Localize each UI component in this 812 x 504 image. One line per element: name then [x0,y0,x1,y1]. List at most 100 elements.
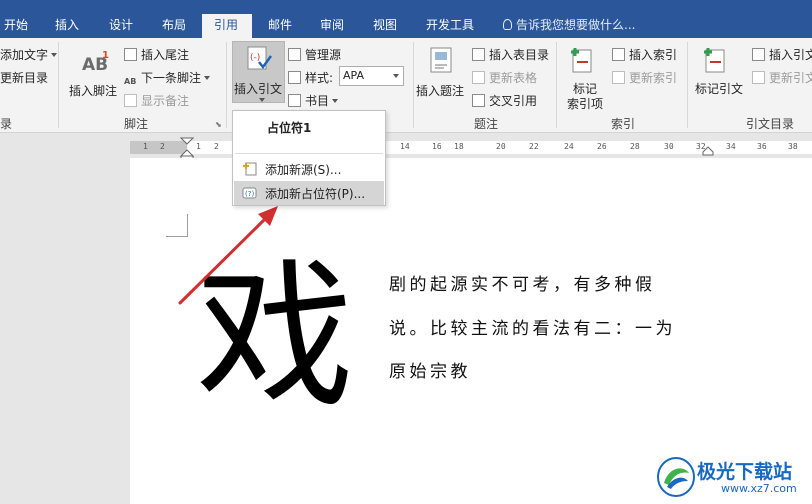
mark-entry-icon [568,44,598,77]
insert-table-of-figures-label: 插入表目录 [489,48,550,62]
watermark-url: www.xz7.com [721,482,797,495]
manage-sources-icon [288,48,301,61]
tab-references[interactable]: 引用 [202,14,252,39]
bibliography-label: 书目 [305,94,330,108]
tab-view[interactable]: 视图 [373,14,397,38]
insert-index-button[interactable]: 插入索引 [612,46,677,63]
ruler-tick: 36 [757,142,767,151]
ruler-tick: 16 [432,142,442,151]
show-notes-icon [124,94,137,107]
ruler-margin [130,141,187,154]
toc-group-label: 录 [0,117,13,131]
aurora-logo-icon [657,457,695,497]
tab-developer[interactable]: 开发工具 [426,14,474,38]
tab-mailings[interactable]: 邮件 [268,14,292,38]
ruler-tick: 22 [529,142,539,151]
insert-toa-button[interactable]: 插入引文 [752,46,812,63]
group-divider [413,42,414,128]
watermark-title: 极光下载站 [697,461,793,483]
next-footnote-icon: AB [124,77,137,86]
ribbon: 添加文字 更新目录 录 AB 1 插入脚注 插入尾注 AB 下一条脚注 显示备注 脚… [0,38,812,133]
style-label-text: 样式: [305,71,334,85]
chevron-down-icon [51,53,58,57]
update-table-label: 更新表格 [489,71,538,85]
chevron-down-icon [393,74,399,78]
group-divider [58,42,59,128]
group-divider [226,42,227,128]
add-placeholder-icon: (?) [242,187,257,199]
ruler-tick: 20 [496,142,506,151]
update-toa-label: 更新引文 [769,71,812,85]
insert-caption-icon [428,46,454,77]
insert-footnote-button[interactable]: 插入脚注 [69,82,117,99]
ruler-tick: 28 [630,142,640,151]
mark-entry-button-line2[interactable]: 索引项 [567,95,603,112]
insert-endnote-button[interactable]: 插入尾注 [124,46,189,63]
tab-review[interactable]: 审阅 [320,14,344,38]
toa-group-label: 引文目录 [746,117,795,131]
tab-design[interactable]: 设计 [109,14,133,38]
paragraph-line: 说。比较主流的看法有二：一为 [389,319,676,339]
update-table-icon [472,71,485,84]
mark-citation-icon [701,44,731,77]
insert-citation-icon: (-) [247,46,273,70]
table-of-figures-icon [472,48,485,61]
ruler-tick: 1 [143,142,148,151]
manage-sources-label: 管理源 [305,48,342,62]
lightbulb-icon [503,19,512,30]
update-toa-icon [752,71,765,84]
insert-table-of-figures-button[interactable]: 插入表目录 [472,46,549,63]
captions-group-label: 题注 [474,117,499,131]
cross-reference-button[interactable]: 交叉引用 [472,92,537,109]
citation-style-value: APA [343,69,364,82]
citation-style-select[interactable]: APA [339,66,404,86]
red-arrow-icon [178,206,278,305]
show-notes-button: 显示备注 [124,92,189,109]
update-index-icon [612,71,625,84]
add-new-source-item[interactable]: 添加新源(S)... [234,157,384,181]
add-text-button[interactable]: 添加文字 [0,46,58,63]
chevron-down-icon [204,76,211,80]
update-toc-button[interactable]: 更新目录 [0,69,48,86]
cross-reference-icon [472,94,485,107]
add-new-source-label: 添加新源(S)... [265,163,342,177]
add-text-label: 添加文字 [0,48,49,62]
ruler-tick: 30 [664,142,674,151]
site-watermark: 极光下载站 www.xz7.com [655,451,805,503]
right-indent-marker-icon[interactable] [702,146,714,156]
tab-home[interactable]: 开始 [4,14,28,38]
update-toa-button: 更新引文 [752,69,812,86]
update-index-button: 更新索引 [612,69,677,86]
chevron-down-icon [259,98,265,102]
mark-citation-button[interactable]: 标记引文 [695,80,743,97]
bibliography-button[interactable]: 书目 [288,92,339,109]
tab-insert[interactable]: 插入 [55,14,79,38]
index-group-label: 索引 [611,117,636,131]
placeholder-item[interactable]: 占位符1 [267,119,311,136]
next-footnote-button[interactable]: AB 下一条脚注 [124,69,211,90]
show-notes-label: 显示备注 [141,94,190,108]
group-divider [556,42,557,128]
tell-me-text: 告诉我您想要做什么... [516,18,636,32]
footnotes-group-label: 脚注 [124,117,149,131]
dialog-launcher-icon[interactable]: ⬊ [215,120,222,129]
manage-sources-button[interactable]: 管理源 [288,46,341,63]
ruler-tick: 38 [788,142,798,151]
insert-index-label: 插入索引 [629,48,678,62]
insert-index-icon [612,48,625,61]
insert-citation-button[interactable]: (-) 插入引文 [232,41,285,103]
add-new-placeholder-item[interactable]: (?) 添加新占位符(P)... [234,181,384,205]
insert-citation-label: 插入引文 [234,82,283,96]
insert-toa-icon [752,48,765,61]
add-source-icon [243,162,257,176]
paragraph-line: 剧的起源实不可考，有多种假 [389,275,656,295]
next-footnote-label: 下一条脚注 [141,71,202,85]
update-table-button: 更新表格 [472,69,537,86]
tab-layout[interactable]: 布局 [162,14,186,38]
menu-divider [235,153,383,154]
ruler-tick: 26 [597,142,607,151]
endnote-icon [124,48,137,61]
insert-caption-button[interactable]: 插入题注 [416,82,464,99]
add-new-placeholder-label: 添加新占位符(P)... [265,187,366,201]
tell-me-box[interactable]: 告诉我您想要做什么... [503,14,635,38]
